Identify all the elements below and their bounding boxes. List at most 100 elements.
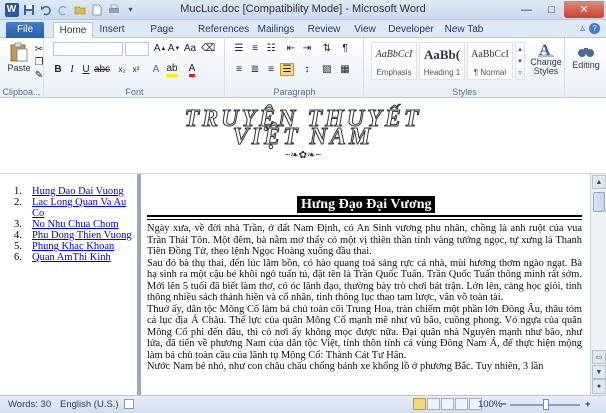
paste-button[interactable]: Paste (6, 41, 32, 73)
style-heading-1[interactable]: AaBb( Heading 1 (419, 42, 465, 80)
numbering-icon[interactable]: ≡ (248, 42, 262, 55)
zoom-in-button[interactable]: + (585, 399, 591, 410)
body-paragraph: Nước Nam bé nhỏ, như con châu chấu chống… (147, 361, 544, 372)
toc-link-phu-dong[interactable]: Phu Dong Thien Vuong (32, 230, 132, 241)
full-screen-reading-view-icon[interactable] (427, 398, 440, 410)
font-size-combo[interactable] (125, 42, 149, 56)
minimize-button[interactable]: — (514, 1, 539, 18)
increase-indent-icon[interactable]: ⇥ (300, 42, 314, 55)
superscript-icon[interactable]: x² (129, 63, 143, 76)
minimize-ribbon-icon[interactable]: ▵ (580, 23, 585, 34)
toc-number: 4. (14, 230, 22, 241)
status-bar: Words: 30 English (U.S.) 100% − + (0, 395, 606, 413)
grow-font-icon[interactable]: A ▲ (153, 42, 167, 55)
styles-gallery-scroll[interactable]: ▴ ▾ ▿ (515, 42, 525, 80)
close-button[interactable]: ✕ (564, 1, 604, 18)
tab-page-layout[interactable]: Page Layout (136, 22, 188, 51)
maximize-button[interactable]: □ (539, 1, 564, 18)
change-case-icon[interactable]: Aa (183, 42, 197, 55)
toc-link-no-nhu-chua-chom[interactable]: No Nhu Chua Chom (32, 219, 119, 230)
change-styles-icon: A (538, 42, 554, 58)
style-emphasis-sample: AaBbCcI (375, 49, 413, 60)
font-name-combo[interactable] (53, 42, 123, 56)
text-effects-icon[interactable]: A (149, 63, 163, 76)
zoom-slider-knob[interactable] (543, 399, 549, 410)
group-font: A ▲ A ▼ Aa ⌫ B I U abc x₂ x² A ab A Font (45, 38, 225, 98)
zoom-level[interactable]: 100% (478, 399, 502, 410)
style-heading-1-name: Heading 1 (423, 68, 461, 77)
zoom-out-button[interactable]: − (501, 399, 507, 410)
scroll-thumb[interactable] (593, 192, 605, 212)
subscript-icon[interactable]: x₂ (115, 63, 129, 76)
align-center-icon[interactable]: ≣ (248, 63, 262, 76)
gallery-down-icon[interactable]: ▾ (518, 57, 522, 65)
show-hide-icon[interactable]: ¶ (338, 42, 352, 55)
font-color-icon[interactable]: A (185, 63, 199, 77)
underline-icon[interactable]: U (79, 63, 93, 76)
ruler-toggle-icon[interactable]: ▭ (592, 350, 606, 364)
vertical-scrollbar[interactable]: ▲ ▭ ▼ ● (590, 174, 606, 395)
multilevel-list-icon[interactable]: ☷ (264, 42, 278, 55)
group-paragraph: ☰ ≡ ☷ ⇤ ⇥ ⇅ ¶ ≡ ≣ ≡ ☰ ↕ ▨ ▦ Paragraph (226, 38, 364, 98)
language-indicator[interactable]: English (U.S.) (60, 399, 119, 410)
macro-record-icon[interactable] (124, 399, 134, 409)
paragraph-group-label: Paragraph (273, 87, 316, 97)
browse-object-icon[interactable]: ● (592, 379, 606, 394)
scroll-up-icon[interactable]: ▲ (592, 175, 606, 189)
print-layout-view-icon[interactable] (413, 398, 426, 410)
italic-icon[interactable]: I (65, 63, 79, 76)
tab-developer[interactable]: Developer (388, 22, 434, 38)
copy-icon[interactable]: ❐ (32, 56, 46, 69)
toc-number: 5. (14, 241, 22, 252)
borders-icon[interactable]: ▦ (338, 63, 352, 76)
align-right-icon[interactable]: ≡ (264, 63, 278, 76)
group-styles: AaBbCcI Emphasis AaBb( Heading 1 AaBbCcI… (365, 38, 565, 98)
shading-icon[interactable]: ▨ (320, 63, 334, 76)
toc-link-phung-khac-khoan[interactable]: Phung Khac Khoan (32, 241, 114, 252)
gallery-more-icon[interactable]: ▿ (518, 69, 522, 77)
line-spacing-icon[interactable]: ↕ (300, 63, 314, 76)
format-painter-icon[interactable]: ✎ (32, 69, 46, 82)
toc-link-quan-am-thi-kinh[interactable]: Quan AmThi Kinh (32, 252, 111, 263)
bold-icon[interactable]: B (51, 63, 65, 76)
strikethrough-icon[interactable]: abc (94, 63, 110, 76)
shrink-font-icon[interactable]: A ▼ (167, 42, 181, 55)
highlight-color-icon[interactable]: ab (165, 63, 179, 77)
word-count[interactable]: Words: 30 (8, 399, 51, 410)
document-body[interactable]: Ngày xưa, về đời nhà Trần, ở đất Nam Địn… (147, 223, 582, 373)
toc-link-hung-dao[interactable]: Hung Dao Dai Vuong (32, 186, 124, 197)
cut-icon[interactable]: ✂ (32, 43, 46, 56)
tab-view[interactable]: View (351, 22, 379, 38)
editing-button[interactable]: Editing (569, 42, 603, 70)
toc-list: 1. Hung Dao Dai Vuong 2. Lac Long Quan Va … (14, 186, 138, 263)
document-page[interactable]: Hưng Đạo Đại Vương Ngày xưa, về đời nhà … (145, 174, 590, 395)
editing-label: Editing (572, 60, 600, 70)
decrease-indent-icon[interactable]: ⇤ (284, 42, 298, 55)
style-normal[interactable]: AaBbCcI ¶ Normal (467, 42, 513, 80)
tab-home[interactable]: Home (53, 22, 93, 38)
tab-review[interactable]: Review (306, 22, 342, 38)
bullets-icon[interactable]: ☰ (232, 42, 246, 55)
align-left-icon[interactable]: ≡ (232, 63, 246, 76)
toc-link-lac-long-quan[interactable]: Lac Long Quan Va Au Co (32, 197, 138, 219)
gallery-up-icon[interactable]: ▴ (518, 45, 522, 53)
change-styles-button[interactable]: A Change Styles (529, 40, 563, 76)
font-group-label: Font (125, 87, 144, 97)
justify-icon[interactable]: ☰ (280, 63, 294, 76)
toc-frame: 1. Hung Dao Dai Vuong 2. Lac Long Quan Va … (0, 174, 141, 395)
view-buttons (413, 398, 482, 410)
help-icon[interactable]: ? (589, 23, 600, 34)
paste-label: Paste (7, 63, 31, 73)
style-emphasis[interactable]: AaBbCcI Emphasis (371, 42, 417, 80)
tab-insert[interactable]: Insert (97, 22, 127, 38)
sort-icon[interactable]: ⇅ (320, 42, 334, 55)
tab-new-tab[interactable]: New Tab (442, 22, 486, 38)
tab-mailings[interactable]: Mailings (257, 22, 295, 38)
style-emphasis-name: Emphasis (376, 68, 412, 77)
clear-formatting-icon[interactable]: ⌫ (201, 42, 215, 55)
tab-references[interactable]: References (198, 22, 249, 38)
outline-view-icon[interactable] (455, 398, 468, 410)
tab-file[interactable]: File (6, 22, 44, 38)
scroll-down-icon[interactable]: ▼ (592, 365, 606, 379)
web-layout-view-icon[interactable] (441, 398, 454, 410)
